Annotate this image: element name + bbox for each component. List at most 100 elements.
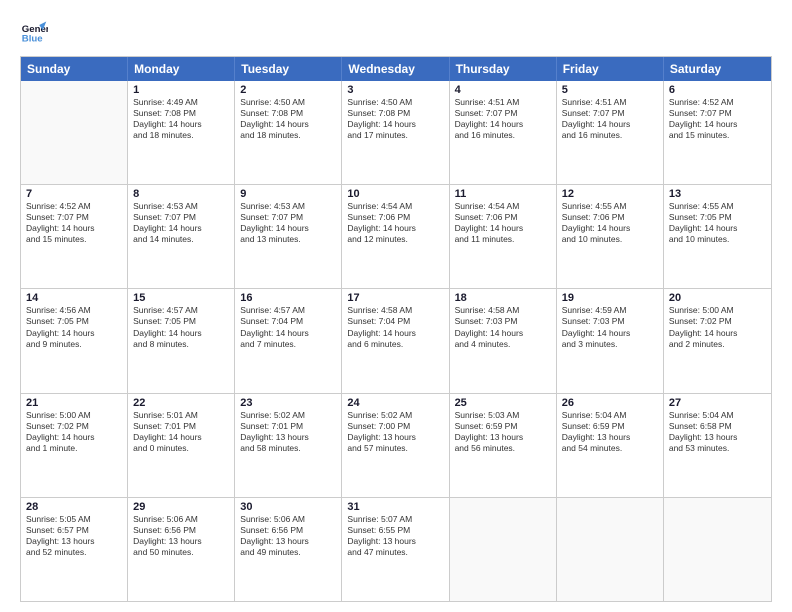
day-cell-17: 17Sunrise: 4:58 AM Sunset: 7:04 PM Dayli… [342,289,449,392]
day-cell-1: 1Sunrise: 4:49 AM Sunset: 7:08 PM Daylig… [128,81,235,184]
day-number: 15 [133,292,229,304]
day-cell-29: 29Sunrise: 5:06 AM Sunset: 6:56 PM Dayli… [128,498,235,601]
cell-info: Sunrise: 5:02 AM Sunset: 7:01 PM Dayligh… [240,410,336,454]
day-cell-11: 11Sunrise: 4:54 AM Sunset: 7:06 PM Dayli… [450,185,557,288]
day-cell-13: 13Sunrise: 4:55 AM Sunset: 7:05 PM Dayli… [664,185,771,288]
cell-info: Sunrise: 4:53 AM Sunset: 7:07 PM Dayligh… [240,201,336,245]
day-number: 10 [347,188,443,200]
day-cell-26: 26Sunrise: 5:04 AM Sunset: 6:59 PM Dayli… [557,394,664,497]
calendar: SundayMondayTuesdayWednesdayThursdayFrid… [20,56,772,602]
header-day-tuesday: Tuesday [235,57,342,81]
cell-info: Sunrise: 4:55 AM Sunset: 7:05 PM Dayligh… [669,201,766,245]
calendar-header: SundayMondayTuesdayWednesdayThursdayFrid… [21,57,771,81]
day-cell-19: 19Sunrise: 4:59 AM Sunset: 7:03 PM Dayli… [557,289,664,392]
empty-cell [450,498,557,601]
day-number: 18 [455,292,551,304]
day-number: 3 [347,84,443,96]
day-number: 16 [240,292,336,304]
cell-info: Sunrise: 4:52 AM Sunset: 7:07 PM Dayligh… [26,201,122,245]
empty-cell [557,498,664,601]
empty-cell [664,498,771,601]
header-day-monday: Monday [128,57,235,81]
day-number: 14 [26,292,122,304]
day-cell-7: 7Sunrise: 4:52 AM Sunset: 7:07 PM Daylig… [21,185,128,288]
logo-icon: General Blue [20,18,48,46]
cell-info: Sunrise: 5:00 AM Sunset: 7:02 PM Dayligh… [669,305,766,349]
cell-info: Sunrise: 4:56 AM Sunset: 7:05 PM Dayligh… [26,305,122,349]
week-row-5: 28Sunrise: 5:05 AM Sunset: 6:57 PM Dayli… [21,498,771,601]
day-number: 23 [240,397,336,409]
week-row-1: 1Sunrise: 4:49 AM Sunset: 7:08 PM Daylig… [21,81,771,185]
cell-info: Sunrise: 4:59 AM Sunset: 7:03 PM Dayligh… [562,305,658,349]
day-number: 4 [455,84,551,96]
day-cell-5: 5Sunrise: 4:51 AM Sunset: 7:07 PM Daylig… [557,81,664,184]
cell-info: Sunrise: 4:50 AM Sunset: 7:08 PM Dayligh… [240,97,336,141]
cell-info: Sunrise: 4:54 AM Sunset: 7:06 PM Dayligh… [455,201,551,245]
day-number: 30 [240,501,336,513]
cell-info: Sunrise: 4:52 AM Sunset: 7:07 PM Dayligh… [669,97,766,141]
day-cell-8: 8Sunrise: 4:53 AM Sunset: 7:07 PM Daylig… [128,185,235,288]
logo: General Blue [20,18,52,46]
week-row-3: 14Sunrise: 4:56 AM Sunset: 7:05 PM Dayli… [21,289,771,393]
cell-info: Sunrise: 5:01 AM Sunset: 7:01 PM Dayligh… [133,410,229,454]
day-number: 2 [240,84,336,96]
day-cell-24: 24Sunrise: 5:02 AM Sunset: 7:00 PM Dayli… [342,394,449,497]
cell-info: Sunrise: 5:05 AM Sunset: 6:57 PM Dayligh… [26,514,122,558]
day-cell-18: 18Sunrise: 4:58 AM Sunset: 7:03 PM Dayli… [450,289,557,392]
cell-info: Sunrise: 5:04 AM Sunset: 6:58 PM Dayligh… [669,410,766,454]
day-number: 31 [347,501,443,513]
day-number: 7 [26,188,122,200]
cell-info: Sunrise: 5:00 AM Sunset: 7:02 PM Dayligh… [26,410,122,454]
day-number: 21 [26,397,122,409]
day-cell-4: 4Sunrise: 4:51 AM Sunset: 7:07 PM Daylig… [450,81,557,184]
week-row-4: 21Sunrise: 5:00 AM Sunset: 7:02 PM Dayli… [21,394,771,498]
day-number: 17 [347,292,443,304]
day-number: 29 [133,501,229,513]
cell-info: Sunrise: 5:07 AM Sunset: 6:55 PM Dayligh… [347,514,443,558]
cell-info: Sunrise: 4:57 AM Sunset: 7:04 PM Dayligh… [240,305,336,349]
day-cell-10: 10Sunrise: 4:54 AM Sunset: 7:06 PM Dayli… [342,185,449,288]
day-number: 27 [669,397,766,409]
cell-info: Sunrise: 4:55 AM Sunset: 7:06 PM Dayligh… [562,201,658,245]
header-day-sunday: Sunday [21,57,128,81]
header-day-friday: Friday [557,57,664,81]
week-row-2: 7Sunrise: 4:52 AM Sunset: 7:07 PM Daylig… [21,185,771,289]
day-cell-16: 16Sunrise: 4:57 AM Sunset: 7:04 PM Dayli… [235,289,342,392]
svg-text:Blue: Blue [22,34,43,45]
day-cell-3: 3Sunrise: 4:50 AM Sunset: 7:08 PM Daylig… [342,81,449,184]
cell-info: Sunrise: 4:53 AM Sunset: 7:07 PM Dayligh… [133,201,229,245]
calendar-body: 1Sunrise: 4:49 AM Sunset: 7:08 PM Daylig… [21,81,771,601]
day-number: 11 [455,188,551,200]
header-day-thursday: Thursday [450,57,557,81]
day-number: 1 [133,84,229,96]
cell-info: Sunrise: 4:50 AM Sunset: 7:08 PM Dayligh… [347,97,443,141]
header: General Blue [20,18,772,46]
day-cell-21: 21Sunrise: 5:00 AM Sunset: 7:02 PM Dayli… [21,394,128,497]
empty-cell [21,81,128,184]
cell-info: Sunrise: 4:51 AM Sunset: 7:07 PM Dayligh… [562,97,658,141]
day-number: 8 [133,188,229,200]
day-number: 12 [562,188,658,200]
header-day-wednesday: Wednesday [342,57,449,81]
day-cell-28: 28Sunrise: 5:05 AM Sunset: 6:57 PM Dayli… [21,498,128,601]
day-cell-12: 12Sunrise: 4:55 AM Sunset: 7:06 PM Dayli… [557,185,664,288]
day-number: 19 [562,292,658,304]
day-cell-20: 20Sunrise: 5:00 AM Sunset: 7:02 PM Dayli… [664,289,771,392]
cell-info: Sunrise: 4:58 AM Sunset: 7:03 PM Dayligh… [455,305,551,349]
header-day-saturday: Saturday [664,57,771,81]
day-number: 24 [347,397,443,409]
cell-info: Sunrise: 4:54 AM Sunset: 7:06 PM Dayligh… [347,201,443,245]
cell-info: Sunrise: 5:06 AM Sunset: 6:56 PM Dayligh… [133,514,229,558]
cell-info: Sunrise: 4:58 AM Sunset: 7:04 PM Dayligh… [347,305,443,349]
day-cell-25: 25Sunrise: 5:03 AM Sunset: 6:59 PM Dayli… [450,394,557,497]
day-cell-27: 27Sunrise: 5:04 AM Sunset: 6:58 PM Dayli… [664,394,771,497]
day-cell-6: 6Sunrise: 4:52 AM Sunset: 7:07 PM Daylig… [664,81,771,184]
cell-info: Sunrise: 4:57 AM Sunset: 7:05 PM Dayligh… [133,305,229,349]
day-cell-22: 22Sunrise: 5:01 AM Sunset: 7:01 PM Dayli… [128,394,235,497]
day-cell-9: 9Sunrise: 4:53 AM Sunset: 7:07 PM Daylig… [235,185,342,288]
day-cell-31: 31Sunrise: 5:07 AM Sunset: 6:55 PM Dayli… [342,498,449,601]
cell-info: Sunrise: 5:04 AM Sunset: 6:59 PM Dayligh… [562,410,658,454]
day-number: 20 [669,292,766,304]
day-cell-2: 2Sunrise: 4:50 AM Sunset: 7:08 PM Daylig… [235,81,342,184]
cell-info: Sunrise: 4:51 AM Sunset: 7:07 PM Dayligh… [455,97,551,141]
